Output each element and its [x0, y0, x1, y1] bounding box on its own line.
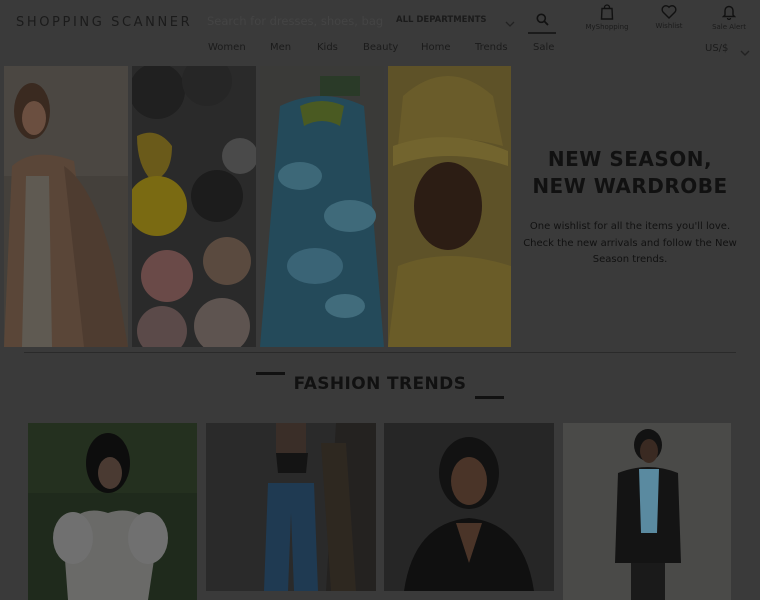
section-title: FASHION TRENDS [293, 374, 467, 394]
trend-card-black-cardigan[interactable] [384, 423, 554, 591]
trend-card-blue-trousers[interactable] [206, 423, 376, 591]
search-input[interactable] [207, 10, 387, 32]
sale-alert-button[interactable]: Sale Alert [709, 4, 749, 31]
shopping-bag-icon [600, 4, 614, 20]
header: SHOPPING SCANNER ALL DEPARTMENTS MyShopp… [0, 0, 760, 65]
chevron-down-icon [505, 14, 515, 33]
search-icon [536, 13, 549, 26]
divider [24, 352, 736, 353]
decorative-bar [256, 372, 285, 375]
hero-title: NEW SEASON, NEW WARDROBE [532, 147, 728, 198]
currency-select[interactable]: US/$ [705, 43, 728, 54]
nav-men[interactable]: Men [270, 42, 291, 53]
trend-card-dark-blazer[interactable] [563, 423, 731, 600]
hero-image-tiedye-hoodie[interactable] [260, 66, 384, 347]
hero-description: One wishlist for all the items you'll lo… [523, 221, 737, 265]
nav-kids[interactable]: Kids [317, 42, 338, 53]
hero-image-bucket-hat[interactable] [388, 66, 511, 347]
nav-beauty[interactable]: Beauty [363, 42, 398, 53]
department-select[interactable]: ALL DEPARTMENTS [396, 15, 487, 25]
myshopping-label: MyShopping [585, 23, 629, 31]
decorative-bar [475, 396, 504, 399]
wishlist-label: Wishlist [655, 22, 683, 30]
site-logo[interactable]: SHOPPING SCANNER [16, 15, 192, 30]
bell-icon [722, 5, 736, 20]
heart-icon [661, 5, 677, 19]
nav-sale[interactable]: Sale [533, 42, 554, 53]
chevron-down-icon [740, 43, 750, 62]
myshopping-button[interactable]: MyShopping [584, 4, 630, 31]
wishlist-button[interactable]: Wishlist [650, 4, 688, 30]
hero-image-woman-coat[interactable] [4, 66, 128, 347]
sale-alert-label: Sale Alert [712, 23, 746, 31]
nav-home[interactable]: Home [421, 42, 451, 53]
trend-card-white-dress[interactable] [28, 423, 197, 600]
hero-image-ceramics[interactable] [132, 66, 256, 347]
nav-trends[interactable]: Trends [475, 42, 508, 53]
nav-women[interactable]: Women [208, 42, 246, 53]
search-button[interactable] [528, 6, 556, 34]
